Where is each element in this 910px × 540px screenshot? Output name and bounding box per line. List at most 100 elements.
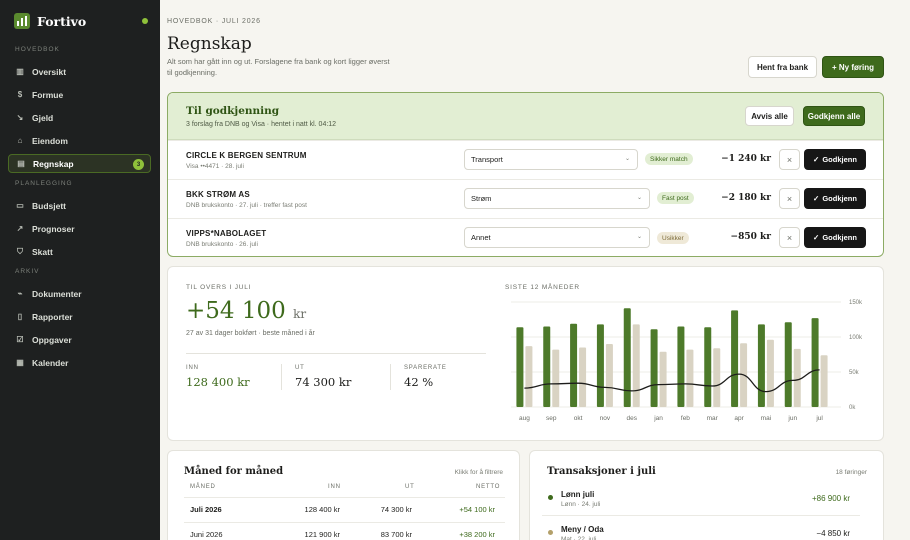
approve-label: Godkjenn [822, 194, 857, 203]
new-entry-button[interactable]: + Ny føring [822, 56, 884, 78]
summary-label: TIL OVERS I JULI [186, 284, 252, 291]
category-select[interactable]: Strøm ⌄ [464, 188, 650, 209]
sidebar-item-eiendom[interactable]: ⌂ Eiendom [8, 131, 151, 150]
x-tick-label: okt [574, 415, 583, 422]
bar-inn [516, 327, 524, 407]
transaction-amount: −4 850 kr [816, 529, 850, 538]
divider [186, 353, 486, 354]
bar-ut [793, 348, 801, 407]
table-row[interactable]: Juli 2026 128 400 kr 74 300 kr +54 100 kr [184, 497, 505, 519]
transaction-amount: −2 180 kr [721, 193, 771, 203]
approval-row: VIPPS*NABOLAGET DNB brukskonto · 26. juli… [168, 218, 883, 256]
merchant-name: VIPPS*NABOLAGET [186, 229, 267, 238]
x-tick-label: jul [815, 415, 823, 422]
category-select[interactable]: Annet ⌄ [464, 227, 650, 248]
bar-inn [757, 324, 765, 407]
chart-label: SISTE 12 MÅNEDER [505, 284, 580, 291]
net-line [524, 369, 820, 393]
sidebar-item-label: Oppgaver [32, 334, 72, 345]
approve-label: Godkjenn [822, 155, 857, 164]
sidebar-item-oversikt[interactable]: ▥ Oversikt [8, 62, 151, 81]
list-item[interactable]: Lønn juli Lønn · 24. juli +86 900 kr [542, 486, 860, 516]
stat-divider [390, 364, 391, 390]
sidebar-item-skatt[interactable]: ⛉ Skatt [8, 242, 151, 261]
bar-inn [784, 322, 792, 407]
x-tick-label: sep [546, 415, 557, 422]
category-dot [548, 495, 553, 500]
col-inn: INN [328, 484, 341, 490]
table-row[interactable]: Juni 2026 121 900 kr 83 700 kr +38 200 kr [184, 522, 505, 540]
ledger-icon: ▤ [17, 159, 25, 168]
sidebar-item-label: Eiendom [32, 135, 68, 146]
sidebar-item-dokumenter[interactable]: ⌁ Dokumenter [8, 284, 151, 303]
chart: 0k 50k 100k 150k aug sep okt nov des jan feb mar apr… [505, 294, 867, 429]
brand[interactable]: Fortivo [14, 13, 86, 29]
cell-ut: 83 700 kr [380, 530, 412, 539]
shield-icon: ⛉ [17, 246, 23, 256]
cell-inn: 121 900 kr [304, 530, 340, 539]
approve-button[interactable]: ✓ Godkjenn [804, 188, 866, 209]
approval-header: Til godkjenning 3 forslag fra DNB og Vis… [168, 93, 883, 140]
list-item[interactable]: Meny / Oda Mat · 22. juli −4 850 kr [542, 521, 860, 540]
category-dot [548, 530, 553, 535]
sidebar-item-budsjett[interactable]: ▭ Budsjett [8, 196, 151, 215]
status-dot [142, 18, 148, 24]
x-tick-label: mai [761, 415, 771, 422]
x-tick-label: feb [681, 415, 690, 422]
x-tick-label: jan [653, 415, 663, 422]
nav-badge: 3 [133, 159, 144, 170]
category-select[interactable]: Transport ⌄ [464, 149, 638, 170]
monthly-hint: Klikk for å filtrere [454, 469, 503, 476]
surplus-note: 27 av 31 dager bokført · beste måned i å… [186, 330, 315, 337]
stat-value: 42 % [404, 375, 434, 389]
transaction-meta: DNB brukskonto · 27. juli · treffer fast… [186, 202, 307, 209]
sidebar-item-formue[interactable]: $ Formue [8, 85, 151, 104]
x-tick-label: mar [707, 415, 719, 422]
y-tick-label: 100k [849, 335, 863, 341]
sidebar-item-oppgaver[interactable]: ☑ Oppgaver [8, 330, 151, 349]
fetch-from-bank-button[interactable]: Hent fra bank [748, 56, 817, 78]
sidebar: Fortivo HOVEDBOK ▥ Oversikt $ Formue ↘ Gjeld ⌂ E… [0, 0, 160, 540]
sidebar-item-label: Prognoser [32, 223, 75, 234]
sidebar-item-rapporter[interactable]: ▯ Rapporter [8, 307, 151, 326]
match-badge: Usikker [657, 232, 689, 244]
dismiss-button[interactable]: × [779, 188, 800, 209]
paperclip-icon: ⌁ [17, 289, 23, 298]
bar-ut [579, 347, 587, 407]
reject-all-button[interactable]: Avvis alle [745, 106, 794, 126]
stat-label: INN [186, 365, 199, 371]
approve-button[interactable]: ✓ Godkjenn [804, 227, 866, 248]
sidebar-item-regnskap[interactable]: ▤ Regnskap 3 [8, 154, 151, 173]
sidebar-item-label: Regnskap [33, 158, 74, 169]
bar-inn [570, 323, 578, 407]
approval-subtitle: 3 forslag fra DNB og Visa · hentet i nat… [186, 121, 337, 128]
transactions-card: Transaksjoner i juli 18 føringer Lønn ju… [529, 450, 884, 540]
wallet-icon: ▭ [16, 201, 24, 210]
dismiss-button[interactable]: × [779, 149, 800, 170]
col-netto: NETTO [476, 484, 501, 490]
x-tick-label: apr [734, 415, 744, 422]
bar-inn [596, 324, 604, 407]
sidebar-item-kalender[interactable]: ▦ Kalender [8, 353, 151, 372]
sidebar-item-label: Dokumenter [32, 288, 82, 299]
cell-month: Juni 2026 [190, 530, 223, 539]
approve-button[interactable]: ✓ Godkjenn [804, 149, 866, 170]
y-tick-label: 0k [849, 405, 856, 411]
match-badge: Sikker match [645, 153, 693, 165]
category-value: Transport [471, 155, 503, 164]
bar-ut [552, 349, 560, 407]
approve-all-button[interactable]: Godkjenn alle [803, 106, 865, 126]
monthly-card: Måned for måned Klikk for å filtrere MÅN… [167, 450, 520, 540]
approval-row: CIRCLE K BERGEN SENTRUM Visa ••4471 · 28.… [168, 140, 883, 179]
bar-ut [659, 351, 667, 407]
transaction-amount: +86 900 kr [811, 494, 850, 503]
cell-netto: +38 200 kr [459, 530, 495, 539]
sidebar-item-gjeld[interactable]: ↘ Gjeld [8, 108, 151, 127]
sidebar-item-prognoser[interactable]: ↗ Prognoser [8, 219, 151, 238]
bar-ut [820, 355, 828, 407]
monthly-title: Måned for måned [184, 466, 284, 477]
category-value: Strøm [471, 194, 492, 203]
col-ut: UT [405, 484, 415, 490]
x-tick-label: jun [787, 415, 797, 422]
dismiss-button[interactable]: × [779, 227, 800, 248]
